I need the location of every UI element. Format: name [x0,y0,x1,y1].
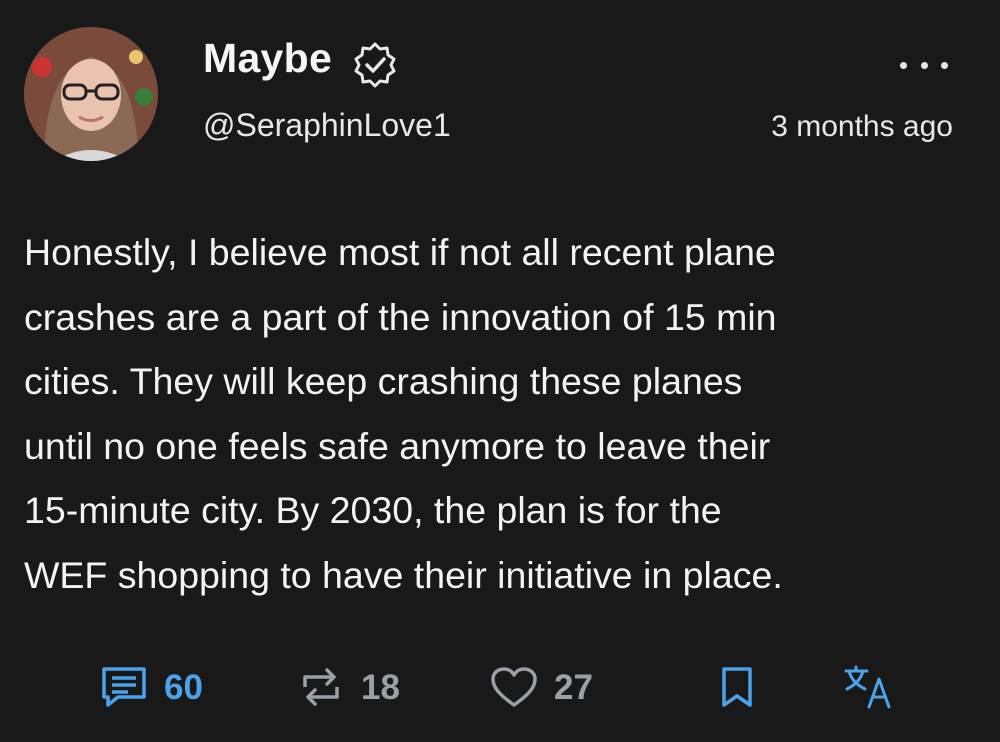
author-avatar[interactable] [24,27,158,161]
like-button[interactable]: 27 [490,662,593,712]
translate-button[interactable] [843,662,895,712]
comment-icon [102,667,146,707]
bookmark-icon [722,667,752,707]
verified-badge-icon [350,40,400,90]
avatar-image [24,27,158,161]
post-timestamp: 3 months ago [771,110,953,143]
post-card: Maybe @SeraphinLove1 3 months ago Honest… [0,0,1000,742]
dot [920,61,928,69]
repost-button[interactable]: 18 [297,662,400,712]
post-body: Honestly, I believe most if not all rece… [24,231,783,596]
heart-icon [491,667,537,707]
bookmark-button[interactable] [717,662,757,712]
like-count: 27 [554,667,593,707]
comment-count: 60 [164,667,203,707]
repost-count: 18 [361,667,400,707]
dot [941,61,948,69]
more-options-icon[interactable] [900,50,948,80]
dot [900,61,907,69]
author-handle[interactable]: @SeraphinLove1 [203,109,451,141]
comment-button[interactable]: 60 [100,662,203,712]
repost-icon [303,668,339,706]
translate-icon [844,665,891,709]
author-name[interactable]: Maybe [203,38,332,79]
